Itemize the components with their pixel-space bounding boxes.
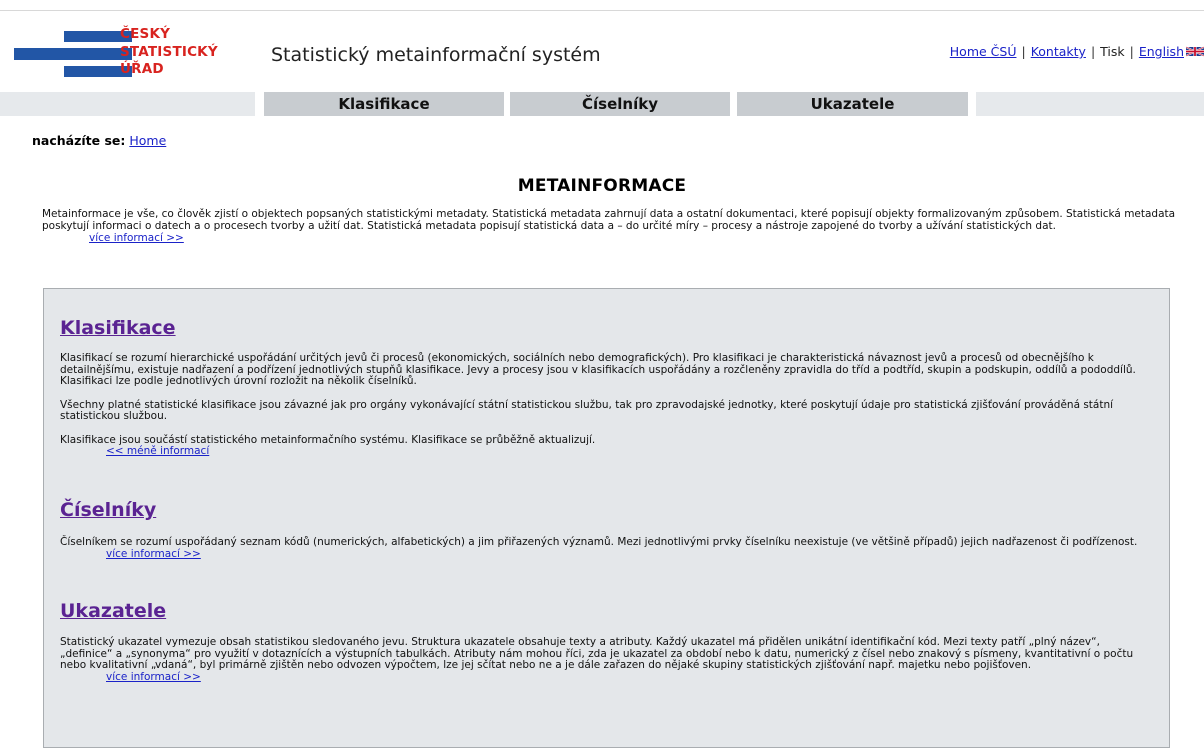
home-csu-link[interactable]: Home ČSÚ	[950, 44, 1017, 59]
intro-paragraph: Metainformace je vše, co člověk zjistí o…	[42, 208, 1176, 232]
top-rule	[0, 10, 1204, 11]
separator: |	[1129, 44, 1134, 59]
nav-spacer-left	[0, 92, 255, 116]
logo-text-line2: STATISTICKÝ	[120, 44, 218, 60]
separator: |	[1090, 44, 1096, 59]
tab-ukazatele[interactable]: Ukazatele	[737, 92, 968, 116]
site-title: Statistický metainformační systém	[271, 44, 601, 66]
intro-text-block: Metainformace je vše, co člověk zjistí o…	[42, 208, 1177, 245]
page-title: METAINFORMACE	[517, 176, 687, 196]
ukazatele-text: Statistický ukazatel vymezuje obsah stat…	[60, 636, 1145, 684]
klasifikace-heading-link[interactable]: Klasifikace	[60, 317, 176, 339]
ciselniky-more-link[interactable]: více informací >>	[106, 548, 1145, 561]
breadcrumb-label: nacházíte se:	[32, 133, 126, 148]
ukazatele-more-link[interactable]: více informací >>	[106, 671, 1145, 684]
sections-panel: Klasifikace Klasifikací se rozumí hierar…	[43, 288, 1170, 748]
tab-ciselniky[interactable]: Číselníky	[510, 92, 730, 116]
uk-flag-icon[interactable]	[1186, 46, 1204, 57]
separator: |	[1021, 44, 1026, 59]
main-navigation: Klasifikace Číselníky Ukazatele	[0, 92, 1204, 116]
logo-text-line1: ČESKÝ	[120, 26, 171, 42]
csu-logo[interactable]: ČESKÝ STATISTICKÝ ÚŘAD	[14, 27, 224, 79]
ciselniky-paragraph: Číselníkem se rozumí uspořádaný seznam k…	[60, 536, 1138, 548]
ukazatele-paragraph: Statistický ukazatel vymezuje obsah stat…	[60, 636, 1134, 671]
klasifikace-text: Klasifikací se rozumí hierarchické uspoř…	[60, 352, 1145, 458]
tab-klasifikace[interactable]: Klasifikace	[264, 92, 504, 116]
ciselniky-heading-link[interactable]: Číselníky	[60, 499, 156, 521]
klasifikace-paragraph-3: Klasifikace jsou součástí statistického …	[60, 433, 596, 446]
nav-spacer-right	[976, 92, 1204, 116]
contacts-link[interactable]: Kontakty	[1031, 44, 1086, 59]
klasifikace-paragraph-1: Klasifikací se rozumí hierarchické uspoř…	[60, 352, 1136, 387]
klasifikace-paragraph-2: Všechny platné statistické klasifikace j…	[60, 398, 1114, 422]
intro-more-link[interactable]: více informací >>	[89, 232, 1177, 245]
top-links: Home ČSÚ | Kontakty | Tisk | English	[950, 44, 1204, 59]
ciselniky-text: Číselníkem se rozumí uspořádaný seznam k…	[60, 536, 1145, 561]
logo-text-line3: ÚŘAD	[120, 61, 164, 77]
klasifikace-less-link[interactable]: << méně informací	[106, 445, 1145, 458]
logo-bar-middle	[14, 48, 132, 60]
ukazatele-heading-link[interactable]: Ukazatele	[60, 600, 166, 622]
english-link[interactable]: English	[1139, 44, 1184, 59]
print-link[interactable]: Tisk	[1100, 44, 1124, 59]
breadcrumb: nacházíte se: Home	[32, 133, 166, 148]
breadcrumb-home-link[interactable]: Home	[129, 133, 166, 148]
